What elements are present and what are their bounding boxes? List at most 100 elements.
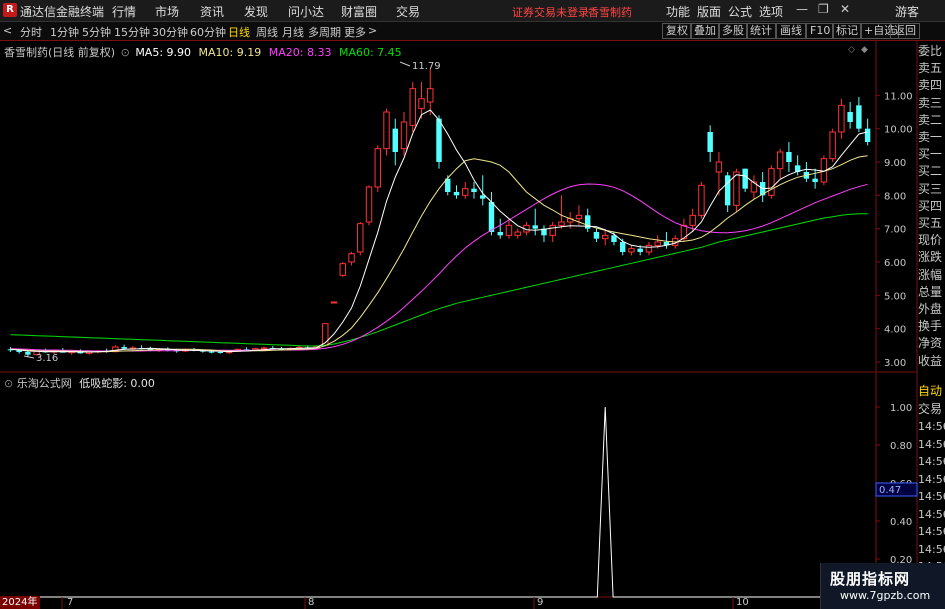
period-1min[interactable]: 1分钟 [50,24,79,40]
side-item[interactable]: 买五 [918,216,945,231]
menu-gongneng[interactable]: 功能 [666,3,690,20]
side-item[interactable]: 总量 [918,285,945,300]
btn-duogu[interactable]: 多股 [718,23,748,39]
settings-diamond-icon[interactable]: ◆ [861,45,868,55]
candle-body [838,104,845,133]
back-arrow-icon[interactable]: < [3,24,12,37]
restore-icon[interactable]: ❐ [818,2,829,16]
side-time-item[interactable]: 14:56 [918,419,945,434]
side-item[interactable]: 收益 [918,354,945,369]
side-item[interactable]: 净资 [918,336,945,351]
ma20-line [10,183,868,352]
side-item[interactable]: 卖四 [918,78,945,93]
menu-banmian[interactable]: 版面 [697,3,721,20]
candle-body [418,98,425,110]
side-item[interactable]: 涨跌 [918,250,945,265]
period-5min[interactable]: 5分钟 [82,24,111,40]
side-item[interactable]: 买三 [918,182,945,197]
side-item[interactable]: 外盘 [918,302,945,317]
side-item[interactable]: 涨幅 [918,268,945,283]
btn-fanhui[interactable]: 返回 [890,23,920,39]
period-monthly[interactable]: 月线 [282,24,304,40]
ma60-label: MA60: 7.45 [338,46,402,59]
side-trade-label[interactable]: 交易 [918,402,945,417]
candle-body [488,202,495,232]
period-multi[interactable]: 多周期 [308,24,341,40]
menu-faxian[interactable]: 发现 [244,3,268,20]
minimize-icon[interactable]: — [796,2,808,16]
side-item[interactable]: 现价 [918,233,945,248]
side-time-item[interactable]: 14:56 [918,489,945,504]
candle-body [471,188,477,192]
candle-body [724,175,731,206]
side-item[interactable]: 卖三 [918,96,945,111]
btn-biaoji[interactable]: 标记 [832,23,862,39]
candle-body [357,223,364,253]
more-arrow-icon[interactable]: > [368,24,377,37]
login-warning[interactable]: 证券交易未登录 [512,4,589,20]
period-15min[interactable]: 15分钟 [114,24,150,40]
sub-indicator-label: 低吸蛇影: 0.00 [79,377,155,390]
side-item[interactable]: 卖五 [918,61,945,76]
period-more[interactable]: 更多 [344,24,366,40]
btn-f10[interactable]: F10 [806,23,835,39]
candle-body [436,118,442,162]
candle-body [847,112,853,122]
period-60min[interactable]: 60分钟 [190,24,226,40]
btn-tongji[interactable]: 统计 [746,23,776,39]
candle-body [365,186,373,223]
btn-fuquan[interactable]: 复权 [662,23,692,39]
candle-body [707,132,713,152]
candle-body [654,241,661,246]
candle-body [532,225,538,229]
side-time-item[interactable]: 14:56 [918,524,945,539]
menu-xuanxiang[interactable]: 选项 [759,3,783,20]
side-time-item[interactable]: 14:56 [918,542,945,557]
menu-wenxiaoda[interactable]: 问小达 [288,3,324,20]
indicator-plot [6,406,872,598]
menu-caifuquan[interactable]: 财富圈 [341,3,377,20]
candle-body [392,128,398,152]
side-time-item[interactable]: 14:56 [918,454,945,469]
ma10-label: MA10: 9.19 [198,46,262,59]
side-item[interactable]: 买一 [918,147,945,162]
sub-tick-label: 0.80 [890,441,912,452]
app-name: 通达信金融终端 [20,5,105,19]
menu-gongshi[interactable]: 公式 [728,3,752,20]
guest-label[interactable]: 游客 [895,3,919,20]
candle-body [383,111,390,150]
menu-jiaoyi[interactable]: 交易 [396,3,420,20]
current-stock: 香雪制药 [588,6,632,19]
side-item[interactable]: 卖二 [918,113,945,128]
menu-shichang[interactable]: 市场 [155,3,179,20]
candle-body [689,214,696,226]
side-item[interactable]: 换手 [918,319,945,334]
sub-chart-title-row: ⊙ 乐淘公式网 低吸蛇影: 0.00 [4,375,155,391]
menu-zixun[interactable]: 资讯 [200,3,224,20]
btn-diejia[interactable]: 叠加 [690,23,720,39]
side-time-item[interactable]: 14:56 [918,437,945,452]
month-label-7: 7 [67,597,74,608]
sub-chevron-icon[interactable]: ⊙ [4,377,13,390]
period-fenshi[interactable]: 分时 [20,24,42,40]
side-item[interactable]: 买二 [918,164,945,179]
kline-chart[interactable]: 11.00 10.00 9.00 8.00 7.00 6.00 5.00 4.00 3.00 1… [0,40,945,609]
indicator-line [6,406,872,598]
period-30min[interactable]: 30分钟 [152,24,188,40]
period-weekly[interactable]: 周线 [256,24,278,40]
btn-huaxian[interactable]: 画线 [776,23,806,39]
candle-body [330,301,338,304]
side-time-item[interactable]: 14:56 [918,507,945,522]
side-item[interactable]: 买四 [918,199,945,214]
price-tick-label: 5.00 [884,291,906,302]
chevron-down-icon[interactable]: ⊙ [121,46,130,59]
side-time-item[interactable]: 14:56 [918,472,945,487]
diamond-icon[interactable]: ◇ [848,45,855,55]
side-item[interactable]: 委比 [918,44,945,59]
side-item[interactable]: 卖一 [918,130,945,145]
period-daily[interactable]: 日线 [228,24,250,40]
candle-body [549,224,556,236]
close-icon[interactable]: ✕ [840,2,850,16]
menu-hangqing[interactable]: 行情 [112,3,136,20]
side-trade-label[interactable]: 自动 [918,384,945,399]
